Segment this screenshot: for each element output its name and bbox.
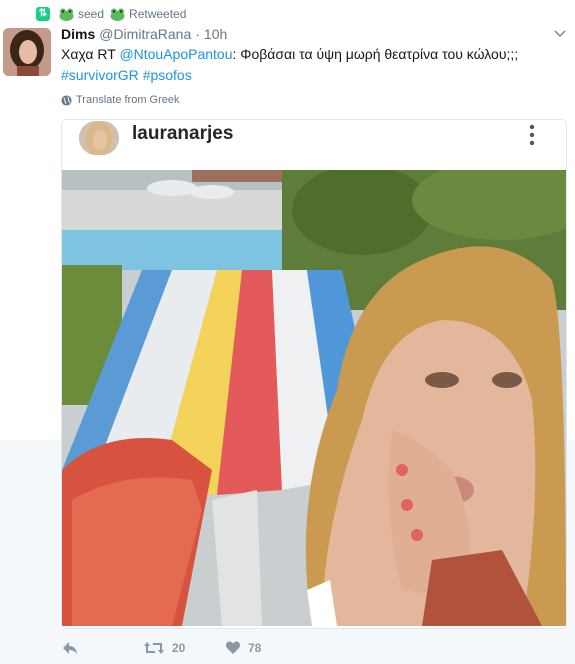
frog-icon [59,8,74,21]
tweet-text: Χαχα RT @NtouApoPantou: Φοβάσαι τα ύψη μ… [61,44,561,86]
retweet-context: ⇅ seed Retweeted [36,6,186,22]
avatar-image [3,28,51,76]
reply-button[interactable] [61,640,79,656]
instagram-card[interactable]: lauranarjes [61,119,567,629]
tweet-text-prefix: Χαχα RT [61,46,120,62]
tweet-header: Dims @DimitraRana · 10h [61,26,227,42]
card-avatar-image [79,121,119,155]
retweet-badge-icon: ⇅ [36,7,50,21]
hashtag-link[interactable]: #survivorGR [61,67,139,83]
mention-link[interactable]: @NtouApoPantou [119,46,232,62]
card-header: lauranarjes [62,120,566,170]
tweet: ⇅ seed Retweeted Dims @DimitraRana · 10h… [0,0,575,664]
retweeter-name[interactable]: seed [78,7,104,21]
reply-icon [63,642,77,654]
retweet-icon [144,642,164,654]
translate-link[interactable]: Translate from Greek [61,94,180,106]
like-button[interactable]: 78 [225,640,261,655]
card-username[interactable]: lauranarjes [132,123,233,145]
username[interactable]: @DimitraRana [99,26,191,42]
card-photo[interactable] [62,170,566,626]
heart-icon [226,641,240,654]
globe-icon [61,94,72,106]
frog-icon [110,8,125,21]
translate-label: Translate from Greek [76,94,180,106]
avatar[interactable] [3,28,51,76]
like-count: 78 [248,640,262,655]
more-options-icon[interactable] [528,123,536,147]
display-name[interactable]: Dims [61,26,95,42]
tweet-text-body: : Φοβάσαι τα ύψη μωρή θεατρίνα του κώλου… [232,46,519,62]
chevron-down-icon[interactable] [553,26,567,40]
separator: · [195,26,200,42]
hashtag-link[interactable]: #psofos [143,67,192,83]
retweet-button[interactable]: 20 [143,640,185,656]
card-avatar[interactable] [79,121,119,155]
retweet-count: 20 [172,641,186,655]
retweeted-label: Retweeted [129,7,187,21]
timestamp[interactable]: 10h [204,26,227,42]
